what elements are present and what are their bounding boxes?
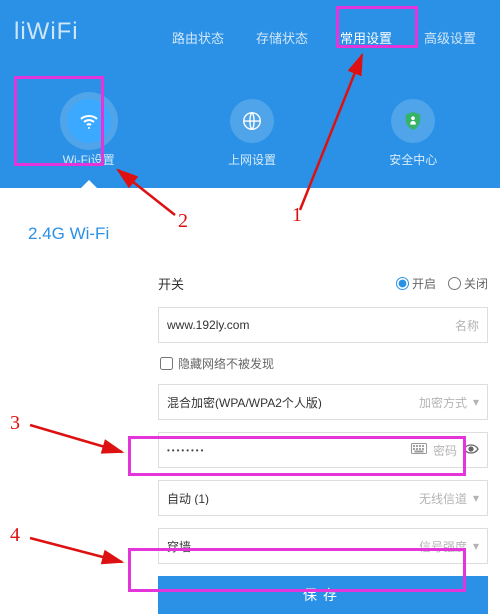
annotation-arrow-1 xyxy=(0,0,500,600)
